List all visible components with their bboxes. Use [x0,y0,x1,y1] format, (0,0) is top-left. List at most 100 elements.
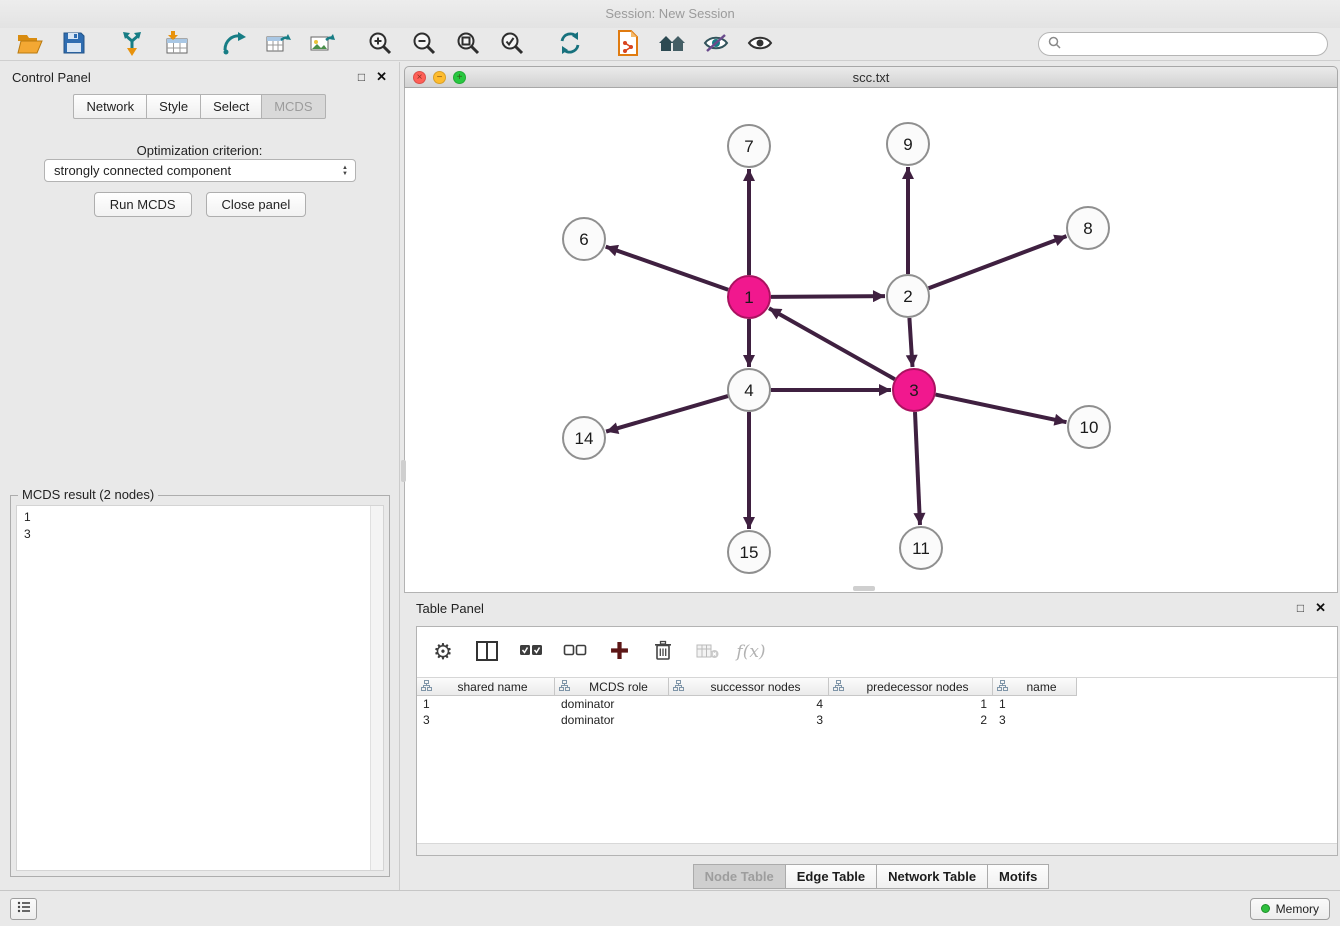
column-header-successor-nodes[interactable]: successor nodes [669,678,829,696]
import-network-button[interactable] [110,28,154,60]
export-image-button[interactable] [300,28,344,60]
dropdown-stepper-icon: ▲ ▼ [337,165,353,177]
share-network-button[interactable] [212,28,256,60]
deselect-all-button[interactable] [561,638,589,666]
list-icon [17,901,31,916]
minimize-window-icon[interactable]: − [433,71,446,84]
graph-node-3[interactable]: 3 [893,369,935,411]
zoom-in-button[interactable] [358,28,402,60]
cell-name: 1 [993,697,1077,711]
open-session-document-button[interactable] [606,28,650,60]
tab-network[interactable]: Network [73,94,147,119]
graph-node-4[interactable]: 4 [728,369,770,411]
graph-node-14[interactable]: 14 [563,417,605,459]
table-settings-button[interactable]: ⚙ [429,638,457,666]
column-header-mcds-role[interactable]: MCDS role [555,678,669,696]
network-canvas-container: 1 2 3 4 6 7 8 9 10 11 14 15 [404,88,1338,593]
result-scrollbar[interactable] [370,506,383,870]
column-tree-icon [833,680,844,694]
graph-edge-1-2[interactable] [771,296,885,297]
save-session-button[interactable] [52,28,96,60]
function-builder-button[interactable]: f(x) [737,638,765,666]
zoom-out-icon [412,31,436,58]
tab-mcds[interactable]: MCDS [262,94,325,119]
run-mcds-button[interactable]: Run MCDS [94,192,192,217]
trash-icon [654,640,672,664]
graph-node-8[interactable]: 8 [1067,207,1109,249]
graph-node-10[interactable]: 10 [1068,406,1110,448]
control-panel-title: Control Panel [12,70,91,85]
tab-style[interactable]: Style [147,94,201,119]
welcome-home-button[interactable] [650,28,694,60]
table-header-row: shared name MCDS role successor nodes pr… [417,677,1337,696]
zoom-fit-button[interactable] [446,28,490,60]
graph-node-2[interactable]: 2 [887,275,929,317]
zoom-check-icon [500,31,524,58]
graph-node-11[interactable]: 11 [900,527,942,569]
graph-node-6[interactable]: 6 [563,218,605,260]
network-canvas[interactable]: 1 2 3 4 6 7 8 9 10 11 14 15 [405,88,1337,592]
delete-column-button[interactable] [693,638,721,666]
tab-motifs[interactable]: Motifs [988,864,1049,889]
column-tree-icon [673,680,684,694]
task-history-button[interactable] [10,898,37,920]
delete-row-button[interactable] [649,638,677,666]
close-panel-button[interactable]: Close panel [206,192,307,217]
column-layout-button[interactable] [473,638,501,666]
mcds-result-groupbox: MCDS result (2 nodes) 1 3 [10,495,390,877]
table-arrow-icon [265,31,291,58]
zoom-out-button[interactable] [402,28,446,60]
graph-edge-3-11[interactable] [915,412,920,525]
zoom-selected-button[interactable] [490,28,534,60]
table-horizontal-scrollbar[interactable] [417,843,1337,855]
close-table-panel-icon[interactable]: ✕ [1315,600,1326,616]
zoom-fit-icon [456,31,480,58]
column-header-predecessor-nodes[interactable]: predecessor nodes [829,678,993,696]
graph-node-9[interactable]: 9 [887,123,929,165]
graph-node-7[interactable]: 7 [728,125,770,167]
table-row[interactable]: 1 dominator 4 1 1 [417,696,1337,712]
graph-edge-3-10[interactable] [936,395,1067,423]
zoom-window-icon[interactable]: + [453,71,466,84]
tab-node-table[interactable]: Node Table [693,864,786,889]
graph-node-1[interactable]: 1 [728,276,770,318]
vertical-scrollbar-grip[interactable] [401,460,406,482]
chevron-down-icon: ▼ [342,171,348,177]
table-tabs: Node Table Edge Table Network Table Moti… [404,864,1338,889]
refresh-button[interactable] [548,28,592,60]
horizontal-scrollbar-grip[interactable] [853,586,875,591]
control-panel-header: Control Panel □ ✕ [0,62,399,92]
mcds-result-area[interactable]: 1 3 [16,505,384,871]
criterion-dropdown[interactable]: strongly connected component ▲ ▼ [44,159,356,182]
float-table-panel-icon[interactable]: □ [1297,601,1304,615]
add-row-button[interactable] [605,638,633,666]
import-table-button[interactable] [154,28,198,60]
select-all-button[interactable] [517,638,545,666]
import-network-icon [119,30,145,59]
close-window-icon[interactable]: × [413,71,426,84]
graph-edge-2-8[interactable] [929,236,1067,288]
column-header-shared-name[interactable]: shared name [417,678,555,696]
close-panel-icon[interactable]: ✕ [376,69,387,85]
search-box[interactable] [1038,32,1328,56]
open-file-button[interactable] [8,28,52,60]
network-window-title: scc.txt [405,70,1337,85]
graph-node-15[interactable]: 15 [728,531,770,573]
show-hide-button[interactable] [738,28,782,60]
result-line: 1 [24,509,376,526]
network-window-titlebar[interactable]: × − + scc.txt [404,66,1338,88]
float-panel-icon[interactable]: □ [358,70,365,84]
tab-select[interactable]: Select [201,94,262,119]
export-table-button[interactable] [256,28,300,60]
memory-button[interactable]: Memory [1250,898,1330,920]
tab-edge-table[interactable]: Edge Table [786,864,877,889]
graph-edge-2-3[interactable] [909,318,912,367]
column-header-name[interactable]: name [993,678,1077,696]
tab-network-table[interactable]: Network Table [877,864,988,889]
graph-edge-4-14[interactable] [606,396,728,432]
table-row[interactable]: 3 dominator 3 2 3 [417,712,1337,728]
graph-edge-3-1[interactable] [769,308,895,379]
graphics-details-button[interactable] [694,28,738,60]
search-input[interactable] [1067,37,1318,51]
graph-edge-1-6[interactable] [606,247,729,290]
